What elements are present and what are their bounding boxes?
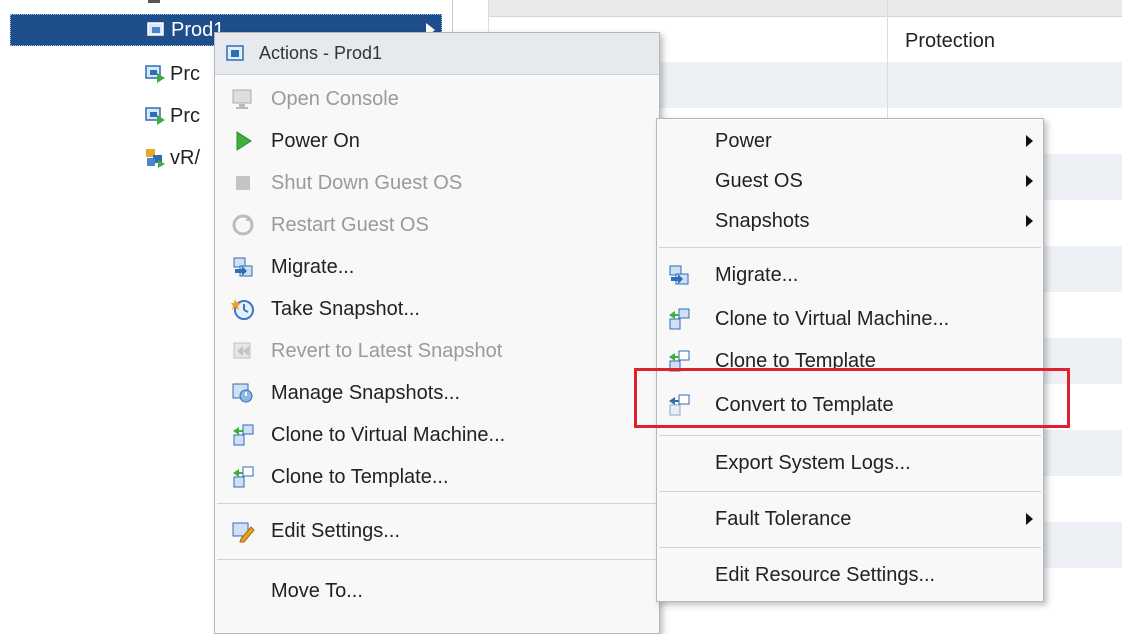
menu-separator [659, 547, 1041, 548]
menu-item-revert-snapshot[interactable]: Revert to Latest Snapshot [215, 331, 659, 371]
chevron-right-icon [1026, 135, 1033, 147]
revert-icon [231, 339, 255, 363]
vm-icon [145, 19, 167, 41]
highlight-annotation [634, 368, 1070, 428]
vm-powered-icon [144, 63, 166, 85]
menu-separator [659, 491, 1041, 492]
migrate-icon [231, 255, 255, 279]
menu-item-clone-to-template[interactable]: Clone to Template... [215, 457, 659, 497]
submenu-item-edit-resource-settings[interactable]: Edit Resource Settings... [657, 555, 1043, 595]
menu-item-edit-settings[interactable]: Edit Settings... [215, 511, 659, 551]
submenu-item-guest-os[interactable]: Guest OS [657, 161, 1043, 201]
menu-item-manage-snapshots[interactable]: Manage Snapshots... [215, 373, 659, 413]
chevron-right-icon [1026, 215, 1033, 227]
snapshot-icon [231, 297, 255, 321]
manage-snapshots-icon [231, 381, 255, 405]
menu-separator [659, 435, 1041, 436]
tree-item-prod3[interactable]: Prc [144, 100, 200, 132]
submenu-item-migrate[interactable]: Migrate... [657, 255, 1043, 295]
menu-header: Actions - Prod1 [215, 33, 659, 75]
clone-vm-icon [231, 423, 255, 447]
menu-title: Actions - Prod1 [259, 43, 383, 63]
chevron-right-icon [1026, 513, 1033, 525]
menu-item-migrate[interactable]: Migrate... [215, 247, 659, 287]
submenu-item-power[interactable]: Power [657, 121, 1043, 161]
menu-separator [217, 559, 657, 560]
migrate-icon [667, 263, 691, 287]
vm-icon [225, 43, 247, 65]
vm-powered-icon [144, 105, 166, 127]
submenu-item-export-system-logs[interactable]: Export System Logs... [657, 443, 1043, 483]
menu-item-shut-down-guest-os[interactable]: Shut Down Guest OS [215, 163, 659, 203]
menu-item-open-console[interactable]: Open Console [215, 79, 659, 119]
column-heading-protection[interactable]: Protection [905, 30, 995, 53]
tree-item-label: Prc [170, 62, 200, 85]
actions-context-menu: Actions - Prod1 Open Console Power On Sh… [214, 32, 660, 634]
menu-item-clone-to-vm[interactable]: Clone to Virtual Machine... [215, 415, 659, 455]
vapp-icon [144, 147, 166, 169]
tree-connector [148, 0, 160, 3]
restart-icon [231, 213, 255, 237]
console-icon [231, 87, 255, 111]
edit-settings-icon [231, 519, 255, 543]
menu-separator [659, 247, 1041, 248]
menu-item-restart-guest-os[interactable]: Restart Guest OS [215, 205, 659, 245]
clone-template-icon [231, 465, 255, 489]
menu-item-take-snapshot[interactable]: Take Snapshot... [215, 289, 659, 329]
tree-item-vra[interactable]: vR/ [144, 142, 200, 174]
submenu-item-clone-to-vm[interactable]: Clone to Virtual Machine... [657, 299, 1043, 339]
grid-header [489, 0, 1122, 17]
submenu-item-fault-tolerance[interactable]: Fault Tolerance [657, 499, 1043, 539]
chevron-right-icon [1026, 175, 1033, 187]
menu-item-move-to[interactable]: Move To... [215, 571, 659, 611]
play-icon [231, 129, 255, 153]
all-actions-submenu: Power Guest OS Snapshots Migrate... Clon… [656, 118, 1044, 602]
clone-vm-icon [667, 307, 691, 331]
tree-item-prod2[interactable]: Prc [144, 58, 200, 90]
menu-item-power-on[interactable]: Power On [215, 121, 659, 161]
tree-item-label: Prc [170, 104, 200, 127]
stop-icon [231, 171, 255, 195]
submenu-item-snapshots[interactable]: Snapshots [657, 201, 1043, 241]
menu-separator [217, 503, 657, 504]
tree-item-label: vR/ [170, 146, 200, 169]
